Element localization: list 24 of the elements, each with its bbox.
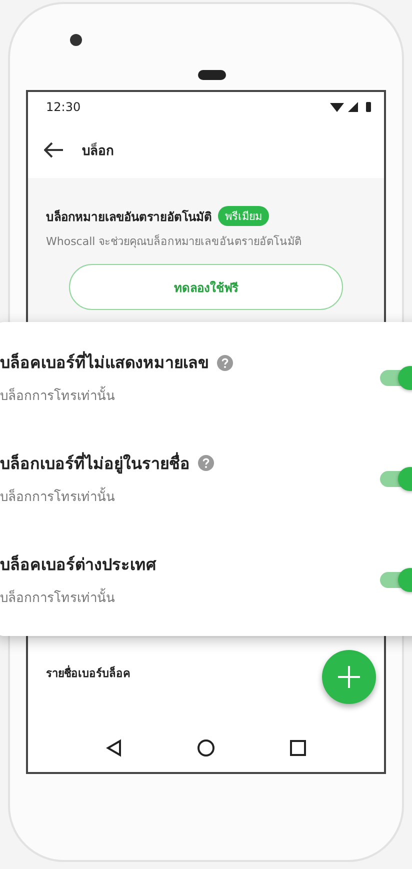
blocked-list-title: รายชื่อเบอร์บล็อค <box>46 664 130 682</box>
setting-subtitle: บล็อกการโทรเท่านั้น <box>0 586 156 608</box>
setting-subtitle: บล็อกการโทรเท่านั้น <box>0 486 214 507</box>
free-trial-button[interactable]: ทดลองใช้ฟรี <box>69 264 343 310</box>
speaker-grille <box>198 70 226 80</box>
status-time: 12:30 <box>46 100 81 114</box>
back-arrow-icon[interactable] <box>44 142 64 158</box>
premium-badge: พรีเมียม <box>218 206 269 226</box>
setting-subtitle: บล็อกการโทรเท่านั้น <box>0 385 233 406</box>
camera-dot <box>70 34 82 46</box>
promo-description: Whoscall จะช่วยคุณบล็อกหมายเลขอันตรายอัตโนมัติ <box>46 233 303 250</box>
promo-title: บล็อกหมายเลขอันตรายอัตโนมัติ <box>46 208 212 226</box>
setting-title: บล็อคเบอร์ต่างประเทศ <box>0 554 156 576</box>
setting-title: บล็อคเบอร์ที่ไม่แสดงหมายเลข <box>0 350 209 374</box>
screen-title: บล็อก <box>82 142 114 160</box>
home-icon[interactable] <box>196 739 215 757</box>
status-icons <box>330 101 374 113</box>
plus-icon <box>338 666 360 688</box>
help-icon[interactable] <box>217 354 233 371</box>
back-icon[interactable] <box>106 739 122 757</box>
add-button[interactable] <box>322 650 376 704</box>
help-icon[interactable] <box>198 455 214 472</box>
setting-title: บล็อกเบอร์ที่ไม่อยู่ในรายชื่อ <box>0 451 190 476</box>
recent-apps-icon[interactable] <box>290 740 306 756</box>
